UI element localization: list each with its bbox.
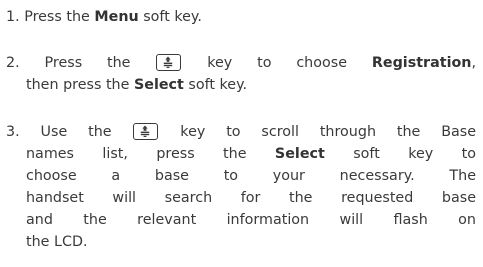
- step-3-line-3: choose a base to your necessary. The: [26, 168, 476, 184]
- step-text: key to scroll through the Base: [159, 124, 477, 140]
- step-3-line-4: handset will search for the requested ba…: [26, 190, 476, 206]
- up-down-navigation-key-icon: [133, 123, 159, 140]
- step-1: 1. Press the Menu soft key.: [6, 6, 202, 28]
- step-2-line-2: then press the Select soft key.: [6, 74, 476, 96]
- step-text: then press the: [26, 77, 134, 93]
- step-3-line-2: names list, press the Select soft key to: [6, 143, 476, 165]
- step-text: soft key to: [324, 146, 476, 162]
- step-3-line-1: 3. Use the key to scroll through the Bas…: [6, 121, 476, 143]
- step-1-line: 1. Press the Menu soft key.: [6, 6, 202, 28]
- step-text: soft key.: [138, 9, 202, 25]
- select-softkey-label: Select: [133, 77, 184, 93]
- select-softkey-label: Select: [274, 146, 325, 162]
- step-number: 2.: [6, 55, 20, 71]
- step-3: 3. Use the key to scroll through the Bas…: [6, 121, 476, 253]
- step-3-line-6: the LCD.: [26, 234, 88, 250]
- step-text: key to choose: [182, 55, 372, 71]
- step-2: 2. Press the key to choose Registration,…: [6, 52, 476, 96]
- step-text: Press the: [24, 9, 95, 25]
- step-3-line-5: and the relevant information will flash …: [26, 212, 476, 228]
- step-text: ,: [471, 55, 477, 71]
- step-text: Press the: [44, 55, 156, 71]
- menu-softkey-label: Menu: [94, 9, 139, 25]
- up-down-navigation-key-icon: [156, 54, 182, 71]
- step-2-line-1: 2. Press the key to choose Registration,: [6, 52, 476, 74]
- step-text: soft key.: [183, 77, 248, 93]
- instruction-page: 1. Press the Menu soft key. 2. Press the…: [0, 0, 483, 267]
- step-number: 1.: [6, 9, 20, 25]
- step-text: Use the: [40, 124, 133, 140]
- step-number: 3.: [6, 124, 20, 140]
- registration-option-label: Registration: [371, 55, 472, 71]
- step-text: names list, press the: [26, 146, 275, 162]
